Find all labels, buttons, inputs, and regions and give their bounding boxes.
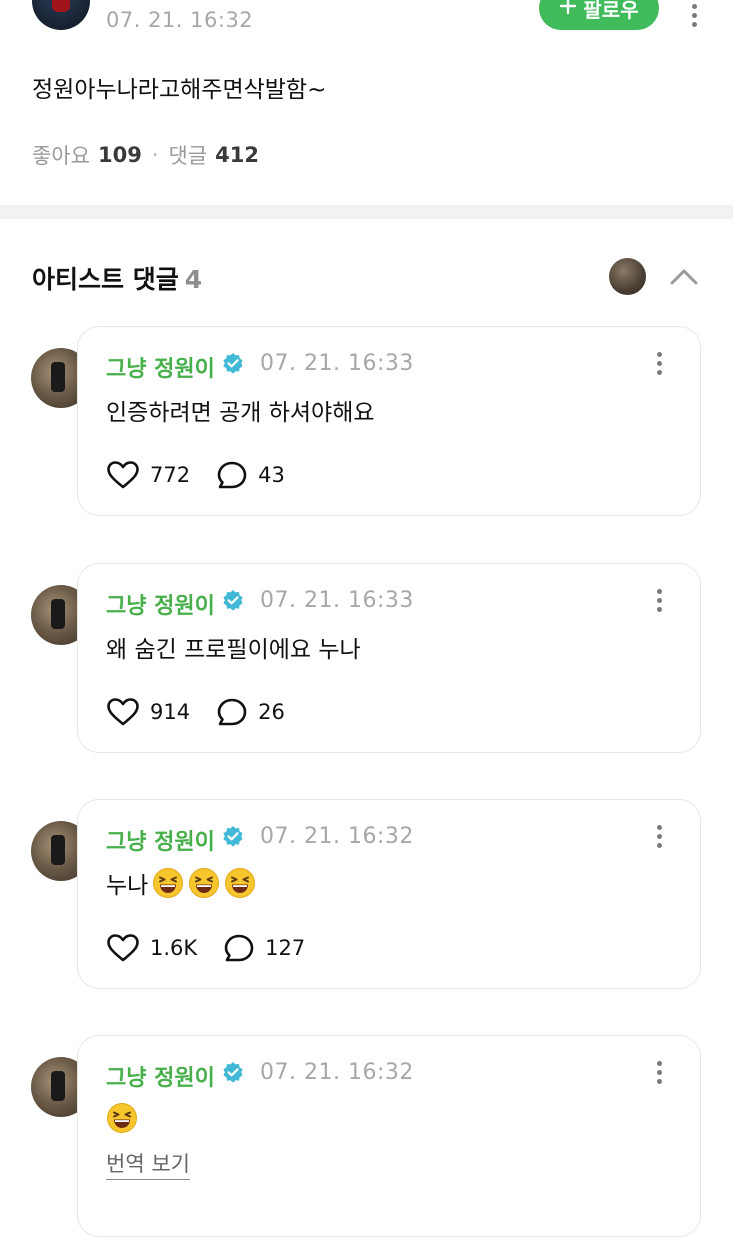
translate-link[interactable]: 번역 보기	[106, 1148, 190, 1180]
heart-icon[interactable]	[106, 933, 140, 963]
post-stats: 좋아요 109 · 댓글 412	[32, 140, 259, 170]
more-vertical-icon[interactable]	[657, 352, 662, 375]
likes-label: 좋아요	[32, 144, 90, 168]
heart-icon[interactable]	[106, 460, 140, 490]
post: 07. 21. 16:32 팔로우 정원아누나라고해주면삭발함~ 좋아요 109…	[0, 0, 733, 205]
comment-time: 07. 21. 16:32	[260, 1060, 414, 1085]
section-title: 아티스트 댓글	[32, 265, 179, 294]
like-count: 1.6K	[150, 936, 198, 960]
comments-label: 댓글	[168, 144, 208, 168]
laughing-emoji-icon	[189, 868, 220, 898]
comment-text-row	[106, 1102, 138, 1134]
post-author-avatar[interactable]	[32, 0, 90, 30]
verified-badge-icon	[223, 590, 243, 611]
commenter-name[interactable]: 그냥 정원이	[106, 588, 215, 620]
post-time: 07. 21. 16:32	[106, 8, 254, 32]
comment-card: 그냥 정원이 07. 21. 16:32 누나 1.6K 127	[77, 799, 701, 989]
comment-bubble-icon[interactable]	[223, 933, 255, 963]
like-count: 914	[150, 700, 191, 724]
post-text: 정원아누나라고해주면삭발함~	[32, 77, 327, 103]
laughing-emoji-icon	[225, 868, 256, 898]
comment-card: 그냥 정원이 07. 21. 16:33 왜 숨긴 프로필이에요 누나 914 …	[77, 563, 701, 753]
verified-badge-icon	[223, 1062, 243, 1083]
reply-count: 26	[258, 700, 285, 724]
follow-label: 팔로우	[583, 0, 639, 22]
separator-dot: ·	[151, 143, 159, 167]
commenter-name[interactable]: 그냥 정원이	[106, 1060, 215, 1092]
laughing-emoji-icon	[107, 1103, 137, 1133]
comment-actions: 772 43	[106, 460, 285, 490]
chevron-up-icon[interactable]	[667, 262, 701, 290]
comment-actions: 1.6K 127	[106, 933, 305, 963]
like-count: 772	[150, 463, 191, 487]
artist-comments-header: 아티스트 댓글 4	[32, 260, 202, 296]
comment-text-row: 누나	[106, 866, 256, 900]
commenter-name[interactable]: 그냥 정원이	[106, 351, 215, 383]
commenter-name[interactable]: 그냥 정원이	[106, 824, 215, 856]
comment-time: 07. 21. 16:33	[260, 351, 414, 376]
reply-count: 127	[265, 936, 306, 960]
plus-icon	[559, 0, 577, 20]
section-divider	[0, 205, 733, 219]
comment-bubble-icon[interactable]	[216, 697, 248, 727]
artist-avatar	[609, 258, 646, 295]
comment-time: 07. 21. 16:33	[260, 588, 414, 613]
section-count: 4	[184, 265, 203, 294]
laughing-emoji-icon	[153, 868, 184, 898]
verified-badge-icon	[223, 826, 243, 847]
more-vertical-icon[interactable]	[657, 825, 662, 848]
likes-count[interactable]: 109	[98, 143, 142, 167]
comment-card: 그냥 정원이 07. 21. 16:32 번역 보기	[77, 1035, 701, 1237]
heart-icon[interactable]	[106, 697, 140, 727]
more-vertical-icon[interactable]	[657, 1061, 662, 1084]
comments-count[interactable]: 412	[215, 143, 259, 167]
more-vertical-icon[interactable]	[692, 4, 697, 27]
comment-text: 누나	[106, 873, 149, 899]
reply-count: 43	[258, 463, 285, 487]
comment-bubble-icon[interactable]	[216, 460, 248, 490]
comment-actions: 914 26	[106, 697, 285, 727]
verified-badge-icon	[223, 353, 243, 374]
comment-time: 07. 21. 16:32	[260, 824, 414, 849]
more-vertical-icon[interactable]	[657, 589, 662, 612]
comment-text: 인증하려면 공개 하셔야해요	[106, 400, 375, 426]
follow-button[interactable]: 팔로우	[539, 0, 659, 30]
comment-card: 그냥 정원이 07. 21. 16:33 인증하려면 공개 하셔야해요 772 …	[77, 326, 701, 516]
comment-text: 왜 숨긴 프로필이에요 누나	[106, 637, 361, 663]
